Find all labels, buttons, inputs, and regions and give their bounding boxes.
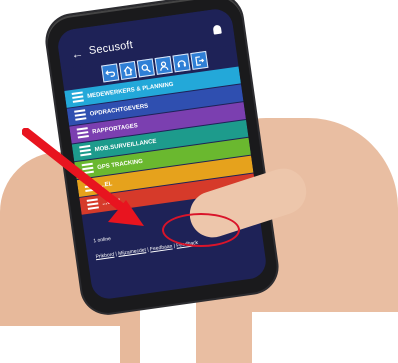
user-icon[interactable] [154,55,173,75]
back-arrow-icon[interactable]: ← [70,46,84,62]
app-title: Secusoft [88,39,134,58]
menu-icon [71,91,84,103]
footer-link-3[interactable]: Feedbaan [150,243,173,252]
menu-item-label: OPDRACHTGEVERS [89,102,149,118]
scene: ← Secusoft MEDEWERKERS & PLANNING OPDRAC… [0,0,398,363]
headset-icon[interactable] [172,53,191,73]
right-sleeve [252,312,398,363]
left-cuff [0,326,120,363]
footer-link-2[interactable]: Mijzamecdet [118,247,147,257]
search-icon[interactable] [136,58,155,78]
footer-link-prikbord[interactable]: Prikbord [95,252,114,261]
exit-icon[interactable] [190,50,209,70]
undo-icon[interactable] [101,63,120,83]
home-icon[interactable] [118,60,138,80]
bell-icon[interactable] [212,24,222,35]
highlight-ellipse [162,213,240,247]
red-arrow-icon [22,128,144,226]
menu-icon [74,109,87,121]
